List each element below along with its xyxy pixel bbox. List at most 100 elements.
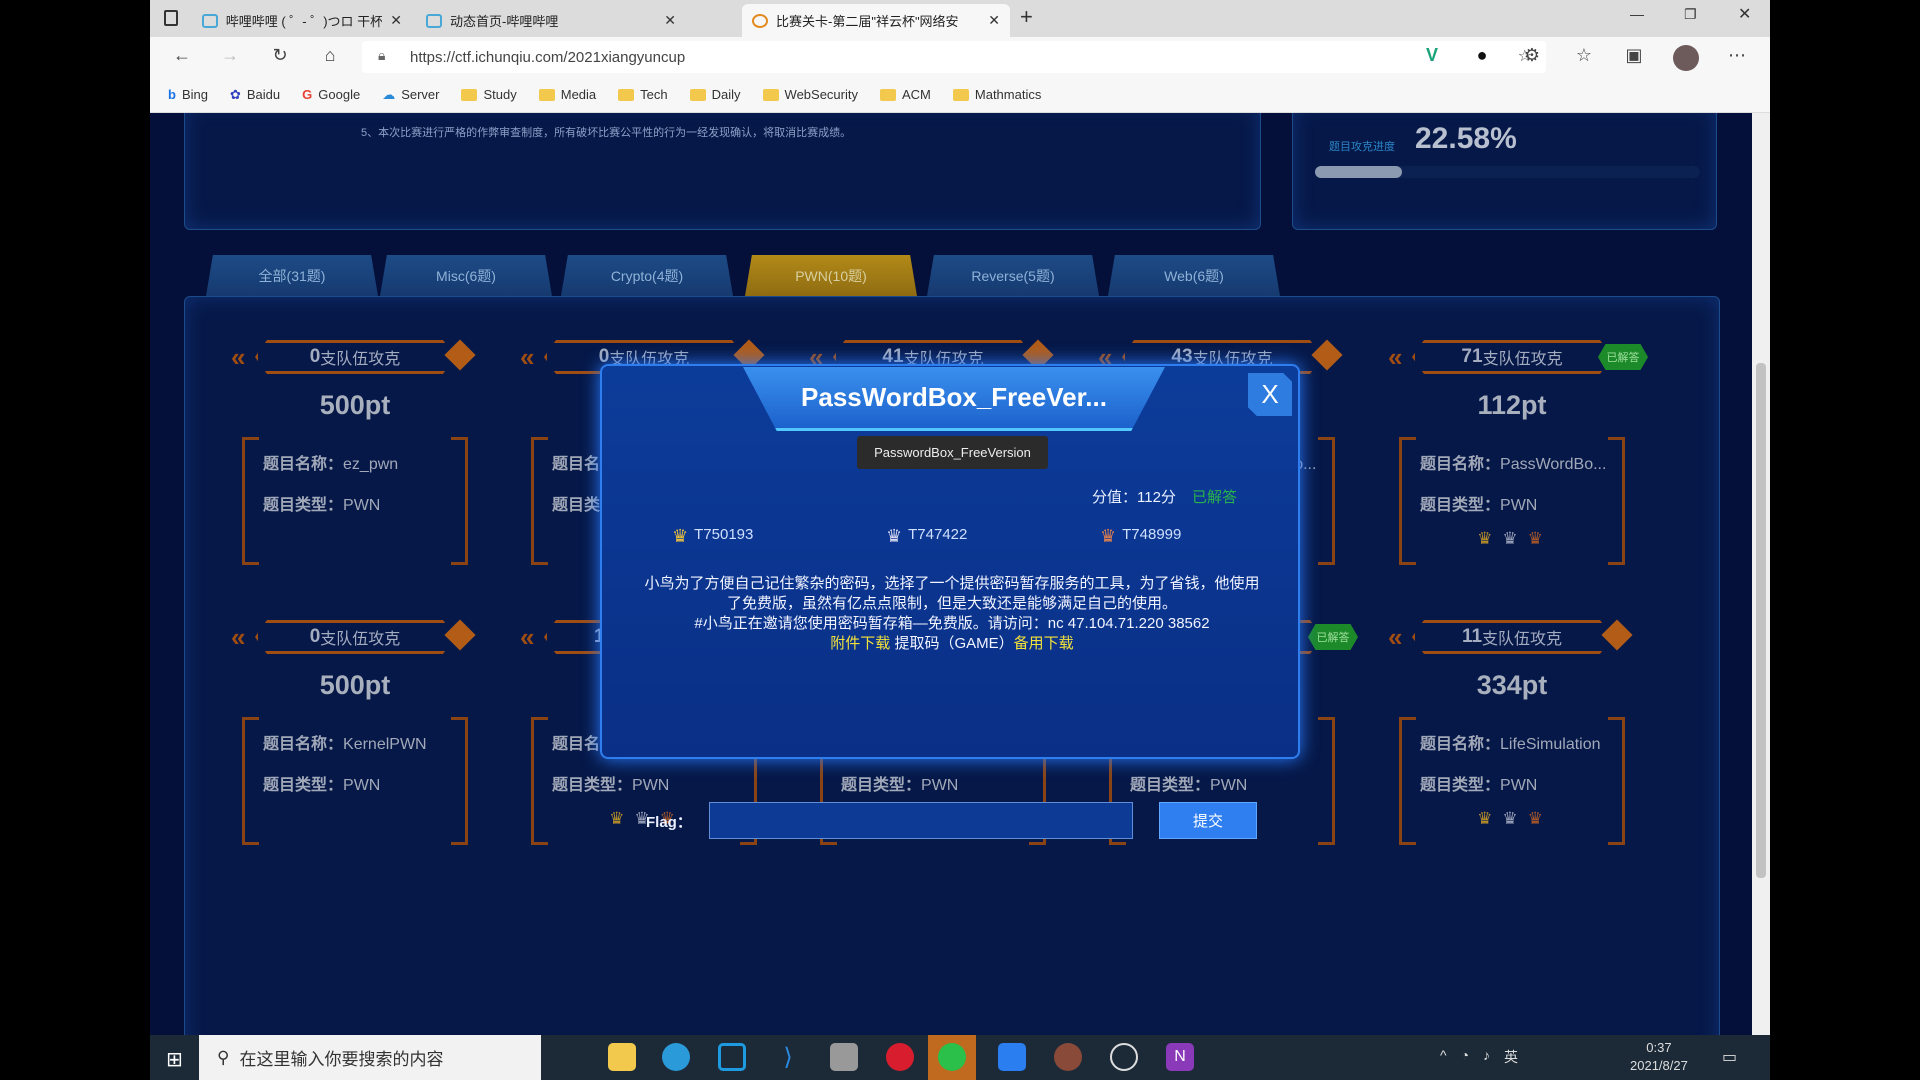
- challenge-card[interactable]: « 0 支队伍攻克 500pt 题目名称：ez_pwn 题目类型：PWN: [231, 339, 476, 580]
- bookmark-folder-mathmatics[interactable]: Mathmatics: [952, 87, 1041, 102]
- app-icon[interactable]: [718, 1043, 746, 1071]
- solve-suffix: 支队伍攻克: [1482, 631, 1563, 648]
- close-window-button[interactable]: ✕: [1738, 4, 1751, 24]
- bookmark-google[interactable]: G Google: [302, 87, 360, 102]
- new-tab-button[interactable]: +: [1020, 4, 1033, 30]
- close-modal-button[interactable]: X: [1248, 373, 1292, 416]
- flag-label: Flag：: [646, 814, 692, 831]
- favorites-icon[interactable]: ☆: [1572, 45, 1596, 66]
- category-tab[interactable]: PWN(10题): [745, 255, 917, 296]
- backup-download-link[interactable]: 备用下载: [1014, 635, 1074, 652]
- type-label: 题目类型：: [263, 777, 344, 794]
- browser-tab-active[interactable]: 比赛关卡-第二届"祥云杯"网络安 ✕: [742, 4, 1010, 37]
- netease-music-icon[interactable]: [886, 1043, 914, 1071]
- windows-start-icon[interactable]: ⊞: [166, 1047, 183, 1072]
- flag-input[interactable]: [709, 802, 1133, 839]
- chevron-left-icon: «: [231, 342, 246, 372]
- challenge-type: PWN: [1210, 777, 1248, 794]
- notification-icon[interactable]: ▭: [1722, 1047, 1737, 1067]
- collections-icon[interactable]: ▣: [1622, 45, 1646, 66]
- submit-button[interactable]: 提交: [1159, 802, 1257, 839]
- name-label: 题目名称：: [263, 456, 344, 473]
- name-label: 题目名称：: [1420, 456, 1501, 473]
- category-tab[interactable]: Crypto(4题): [561, 255, 733, 296]
- challenge-modal: PassWordBox_FreeVer... X PasswordBox_Fre…: [600, 364, 1300, 839]
- feishu-icon[interactable]: [998, 1043, 1026, 1071]
- bookmark-baidu[interactable]: ✿ Baidu: [230, 87, 280, 103]
- bookmark-folder-tech[interactable]: Tech: [618, 87, 668, 102]
- app-avatar-icon[interactable]: [830, 1043, 858, 1071]
- card-info: 题目名称：PassWordBo... 题目类型：PWN ♛♛♛: [1399, 437, 1625, 565]
- ime-indicator[interactable]: 英: [1504, 1047, 1518, 1067]
- vscode-icon[interactable]: ⟩: [774, 1043, 802, 1071]
- folder-icon: [952, 88, 969, 101]
- bookmark-server[interactable]: ☁ Server: [382, 87, 439, 103]
- extension-circle-icon[interactable]: ●: [1470, 45, 1494, 66]
- blood-crowns: ♛♛♛: [1402, 809, 1628, 829]
- attachment-download-link[interactable]: 附件下载: [830, 635, 890, 652]
- browser-tab[interactable]: 哔哩哔哩 ( ゜- ゜)つロ 干杯~-bili ✕: [192, 4, 412, 37]
- category-tab[interactable]: Misc(6题): [380, 255, 552, 296]
- challenge-name: PassWordBo...: [1500, 456, 1607, 473]
- home-icon[interactable]: ⌂: [318, 45, 342, 66]
- category-tab[interactable]: 全部(31题): [206, 255, 378, 296]
- challenge-type: PWN: [343, 777, 381, 794]
- gold-crown-icon: ♛: [609, 809, 635, 828]
- file-explorer-icon[interactable]: [608, 1043, 636, 1071]
- bookmark-label: Bing: [181, 87, 208, 102]
- taskbar: ⊞ ⚲ 在这里输入你要搜索的内容 ⟩ N ^ ◔ ♪ 英 0:37 2021/8/27 ▭: [150, 1035, 1770, 1080]
- restore-button[interactable]: ❐: [1684, 6, 1697, 23]
- bookmark-folder-websecurity[interactable]: WebSecurity: [762, 87, 858, 102]
- extensions-icon[interactable]: ⚙: [1520, 45, 1544, 66]
- back-icon[interactable]: ←: [170, 45, 194, 66]
- bookmark-folder-daily[interactable]: Daily: [689, 87, 741, 102]
- bookmark-folder-media[interactable]: Media: [538, 87, 596, 102]
- scrollbar-thumb[interactable]: [1756, 363, 1766, 878]
- bookmark-folder-study[interactable]: Study: [461, 87, 517, 102]
- bookmark-label: ACM: [902, 87, 931, 102]
- taskbar-search[interactable]: ⚲ 在这里输入你要搜索的内容: [199, 1035, 541, 1080]
- browser-tab[interactable]: 动态首页-哔哩哔哩 ✕: [416, 4, 686, 37]
- name-label: 题目名称：: [1420, 736, 1501, 753]
- bookmark-folder-acm[interactable]: ACM: [880, 87, 931, 102]
- challenge-card[interactable]: « 71 支队伍攻克 已解答 112pt 题目名称：PassWordBo... 题…: [1388, 340, 1648, 580]
- bronze-crown-icon: ♛: [1527, 529, 1553, 548]
- bookmark-bing[interactable]: b Bing: [168, 87, 208, 102]
- system-tray[interactable]: ^ ◔ ♪ 英: [1440, 1047, 1518, 1067]
- clock[interactable]: 0:37 2021/8/27: [1630, 1039, 1688, 1075]
- category-tab[interactable]: Web(6题): [1108, 255, 1280, 296]
- extension-v-icon[interactable]: V: [1420, 45, 1444, 66]
- app-avatar-icon[interactable]: [1054, 1043, 1082, 1071]
- wechat-active-slot[interactable]: [928, 1035, 976, 1080]
- close-tab-icon[interactable]: ✕: [664, 12, 676, 29]
- bronze-crown-icon: ♛: [1100, 526, 1117, 546]
- edge-icon[interactable]: [662, 1043, 690, 1071]
- chevron-left-icon: «: [1388, 622, 1403, 652]
- progress-panel: 题目攻克进度 22.58%: [1292, 113, 1717, 230]
- category-tab[interactable]: Reverse(5题): [927, 255, 1099, 296]
- address-bar[interactable]: 🔒︎ https://ctf.ichunqiu.com/2021xiangyunc…: [362, 41, 1546, 73]
- tab-actions-icon[interactable]: [164, 10, 178, 26]
- chevron-left-icon: «: [1388, 342, 1403, 372]
- refresh-icon[interactable]: ↻: [268, 45, 292, 66]
- type-label: 题目类型：: [1420, 777, 1501, 794]
- solve-suffix: 支队伍攻克: [320, 631, 401, 648]
- page-scrollbar[interactable]: [1752, 113, 1770, 1035]
- more-menu-icon[interactable]: ⋯: [1725, 45, 1749, 66]
- close-tab-icon[interactable]: ✕: [988, 12, 1000, 29]
- volume-icon[interactable]: ♪: [1483, 1047, 1490, 1067]
- profile-avatar[interactable]: [1673, 45, 1699, 71]
- challenge-card[interactable]: « 11 支队伍攻克 334pt 题目名称：LifeSimulation 题目类型…: [1388, 619, 1633, 860]
- close-tab-icon[interactable]: ✕: [390, 12, 402, 29]
- onenote-icon[interactable]: N: [1166, 1043, 1194, 1071]
- challenge-description: 小鸟为了方便自己记住繁杂的密码，选择了一个提供密码暂存服务的工具，为了省钱，他使…: [632, 574, 1272, 654]
- minimize-button[interactable]: —: [1630, 6, 1644, 22]
- obs-icon[interactable]: [1110, 1043, 1138, 1071]
- forward-icon[interactable]: →: [218, 45, 242, 66]
- progress-value: 22.58%: [1415, 122, 1517, 155]
- challenge-card[interactable]: « 0 支队伍攻克 500pt 题目名称：KernelPWN 题目类型：PWN: [231, 619, 476, 860]
- network-icon[interactable]: ◔: [1461, 1047, 1469, 1067]
- chevron-up-icon[interactable]: ^: [1440, 1047, 1447, 1067]
- points: 500pt: [319, 390, 391, 420]
- search-icon: ⚲: [217, 1047, 230, 1067]
